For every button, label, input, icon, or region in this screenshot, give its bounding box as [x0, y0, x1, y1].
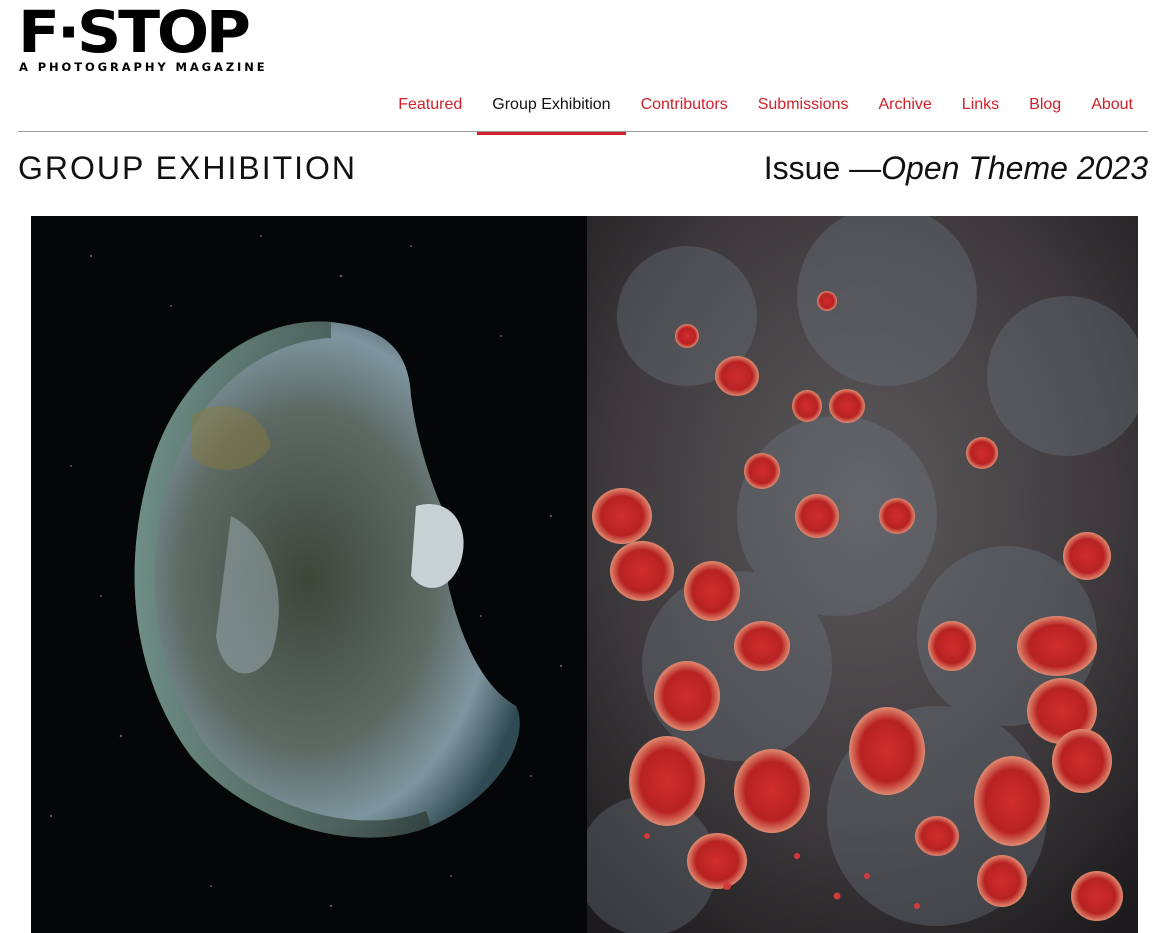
page-title: GROUP EXHIBITION [18, 150, 358, 186]
nav-featured[interactable]: Featured [383, 86, 477, 135]
nav-group-exhibition[interactable]: Group Exhibition [477, 86, 626, 135]
exhibition-photo-left[interactable] [31, 216, 587, 933]
nav-about[interactable]: About [1076, 86, 1148, 135]
nav-submissions[interactable]: Submissions [743, 86, 864, 135]
logo-mark: F·STOP [18, 0, 251, 66]
main-nav: Featured Group Exhibition Contributors S… [383, 86, 1148, 135]
issue-prefix: Issue — [763, 150, 882, 186]
nav-contributors[interactable]: Contributors [626, 86, 743, 135]
nav-archive[interactable]: Archive [863, 86, 946, 135]
header-divider [18, 131, 1148, 132]
issue-name: Open Theme 2023 [881, 150, 1148, 186]
issue-title: Issue —Open Theme 2023 [764, 150, 1148, 187]
exhibition-photo-right[interactable] [587, 216, 1138, 933]
logo-tagline: A PHOTOGRAPHY MAGAZINE [19, 60, 268, 74]
nav-links[interactable]: Links [947, 86, 1014, 135]
site-logo[interactable]: F·STOP A PHOTOGRAPHY MAGAZINE [18, 0, 268, 74]
nav-blog[interactable]: Blog [1014, 86, 1076, 135]
